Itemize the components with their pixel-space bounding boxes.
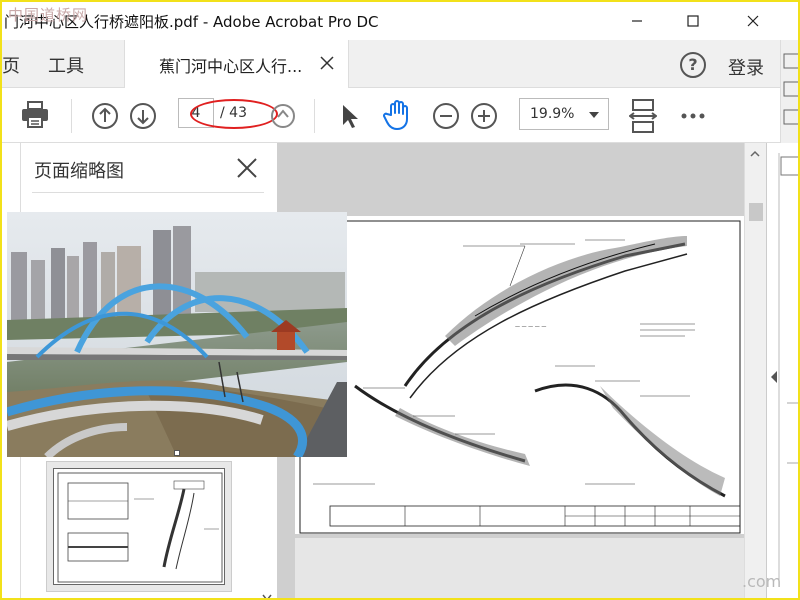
close-panel-icon[interactable] — [236, 157, 258, 179]
menu-bar: 页 工具 — [2, 40, 780, 88]
zoom-level-value: 19.9% — [530, 106, 575, 122]
close-tab-icon[interactable] — [320, 56, 334, 70]
login-button[interactable]: 登录 — [728, 54, 764, 80]
document-tab[interactable]: 蕉门河中心区人行... — [124, 40, 349, 88]
minimize-icon — [632, 20, 642, 22]
cursor-arrow-icon — [343, 105, 358, 128]
arrow-up-circle-icon — [92, 103, 118, 129]
hand-icon — [383, 100, 408, 130]
minus-circle-icon — [433, 103, 459, 129]
chevron-down-icon — [589, 112, 599, 118]
fit-page-button[interactable] — [626, 97, 660, 135]
more-tools-button[interactable] — [678, 103, 708, 129]
scroll-up-icon[interactable] — [745, 147, 765, 161]
menu-home[interactable]: 页 — [2, 52, 20, 78]
hand-tool-button[interactable] — [380, 97, 416, 133]
document-viewport[interactable]: — — — — — — [277, 143, 745, 598]
toolbar: 4 / 43 19.9% — [2, 89, 780, 143]
title-bar: 门河中心区人行桥遮阳板.pdf - Adobe Acrobat Pro DC 中… — [2, 2, 798, 40]
site-suffix: .com — [742, 572, 782, 591]
bridge-photo — [7, 212, 347, 457]
thumbnail-panel-title: 页面缩略图 — [34, 161, 124, 182]
print-button[interactable] — [18, 99, 52, 131]
arrow-up-circle-icon — [271, 104, 295, 128]
arrow-down-circle-icon — [130, 103, 156, 129]
screenshot-frame: 门河中心区人行桥遮阳板.pdf - Adobe Acrobat Pro DC 中… — [0, 0, 800, 600]
right-tool-pane — [766, 143, 798, 598]
red-highlight-ellipse — [190, 99, 278, 129]
printer-icon — [22, 101, 48, 128]
zoom-in-button[interactable] — [468, 101, 500, 131]
minimize-button[interactable] — [614, 2, 660, 40]
more-dots-icon — [681, 113, 705, 119]
image-resize-handle[interactable] — [174, 450, 180, 456]
next-page-button[interactable] — [128, 101, 158, 131]
document-scrollbar[interactable] — [744, 143, 766, 598]
sidebar-toggle-icon[interactable] — [781, 40, 800, 140]
zoom-level-select[interactable]: 19.9% — [519, 98, 609, 130]
site-watermark: 中国道桥网 — [8, 6, 89, 24]
maximize-button[interactable] — [670, 2, 716, 40]
collapse-arrow-icon — [771, 371, 777, 383]
svg-text:— — — — —: — — — — — — [515, 324, 546, 330]
right-pane-edge — [771, 153, 798, 583]
zoom-out-button[interactable] — [430, 101, 462, 131]
previous-page-button[interactable] — [90, 101, 120, 131]
thumbnail-drawing — [57, 472, 223, 583]
close-icon — [747, 15, 759, 27]
plus-circle-icon — [471, 103, 497, 129]
close-window-button[interactable] — [730, 2, 776, 40]
help-icon[interactable]: ? — [680, 52, 706, 78]
bridge-photo-image — [7, 212, 347, 457]
bridge-drawing: — — — — — — [299, 220, 741, 534]
menu-tools[interactable]: 工具 — [48, 52, 84, 78]
page-thumbnail-5[interactable] — [46, 461, 232, 592]
scrollbar-thumb[interactable] — [749, 203, 763, 221]
fit-width-icon — [629, 99, 657, 133]
page-nav-partial-button[interactable] — [268, 101, 298, 131]
right-strip — [780, 40, 800, 143]
maximize-icon — [687, 15, 699, 27]
document-tab-label: 蕉门河中心区人行... — [159, 57, 303, 76]
pdf-page: — — — — — — [295, 216, 745, 534]
select-tool-button[interactable] — [336, 100, 364, 132]
